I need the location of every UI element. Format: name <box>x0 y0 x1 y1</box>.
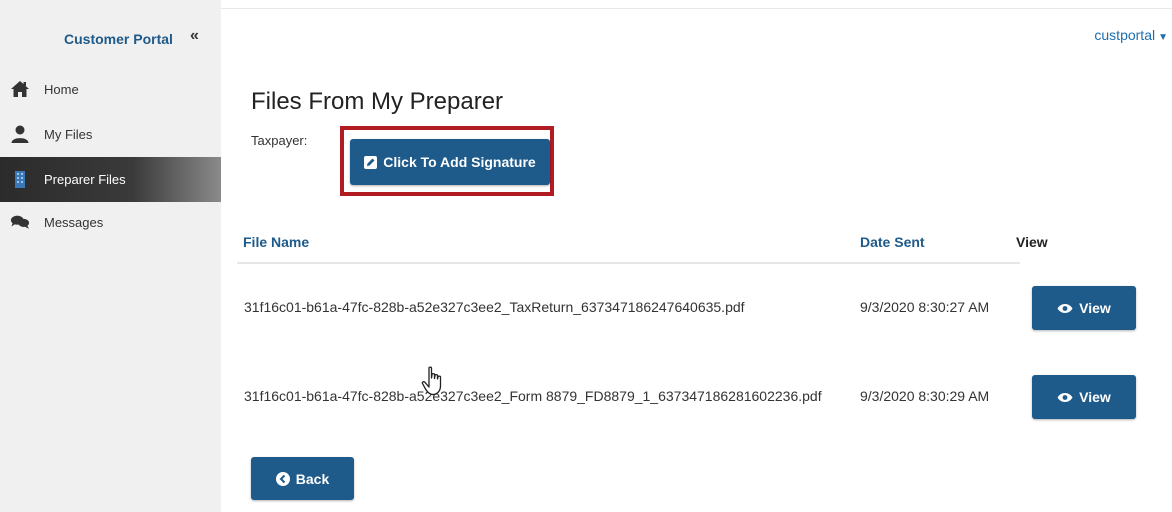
file-name-cell: 31f16c01-b61a-47fc-828b-a52e327c3ee2_Tax… <box>244 299 745 315</box>
file-name-cell: 31f16c01-b61a-47fc-828b-a52e327c3ee2_For… <box>244 388 822 404</box>
sidebar-item-label: My Files <box>44 127 93 142</box>
sidebar-item-home[interactable]: Home <box>0 67 221 112</box>
user-icon <box>11 125 29 143</box>
back-label: Back <box>295 470 330 487</box>
view-button[interactable]: View <box>1032 286 1136 330</box>
page-title: Files From My Preparer <box>251 88 504 115</box>
edit-icon <box>364 155 378 169</box>
back-button[interactable]: Back <box>251 457 354 500</box>
sidebar-item-my-files[interactable]: My Files <box>0 112 221 157</box>
user-menu[interactable]: custportal ▼ <box>1094 27 1168 43</box>
add-signature-label: Click To Add Signature <box>383 154 536 170</box>
sidebar-item-label: Preparer Files <box>44 172 126 187</box>
building-icon <box>15 171 25 188</box>
date-sent-cell: 9/3/2020 8:30:29 AM <box>860 388 990 404</box>
home-icon <box>11 81 29 97</box>
sidebar-item-label: Messages <box>44 215 104 230</box>
sidebar-item-messages[interactable]: Messages <box>0 200 221 245</box>
user-name: custportal <box>1094 27 1156 43</box>
view-label: View <box>1079 389 1111 405</box>
sidebar-item-label: Home <box>44 82 79 97</box>
brand-title: Customer Portal <box>64 31 173 47</box>
eye-icon <box>1057 303 1073 313</box>
sidebar-item-preparer-files[interactable]: Preparer Files <box>0 157 221 202</box>
top-divider <box>221 8 1172 9</box>
date-sent-cell: 9/3/2020 8:30:27 AM <box>860 299 990 315</box>
add-signature-button[interactable]: Click To Add Signature <box>350 139 550 185</box>
column-header-date-sent[interactable]: Date Sent <box>860 234 925 250</box>
sidebar: Customer Portal « Home My Files Preparer… <box>0 0 221 512</box>
column-header-file-name[interactable]: File Name <box>243 234 309 250</box>
view-label: View <box>1079 300 1111 316</box>
chat-icon <box>10 215 30 229</box>
hand-cursor-icon <box>421 366 442 396</box>
caret-down-icon: ▼ <box>1158 32 1168 43</box>
chevron-left-circle-icon <box>275 471 290 486</box>
taxpayer-label: Taxpayer: <box>251 133 308 148</box>
sidebar-header: Customer Portal « <box>0 0 221 60</box>
view-button[interactable]: View <box>1032 375 1136 419</box>
collapse-sidebar-button[interactable]: « <box>190 27 199 45</box>
eye-icon <box>1057 392 1073 402</box>
table-header-divider <box>237 262 1020 264</box>
column-header-view: View <box>1016 234 1048 250</box>
